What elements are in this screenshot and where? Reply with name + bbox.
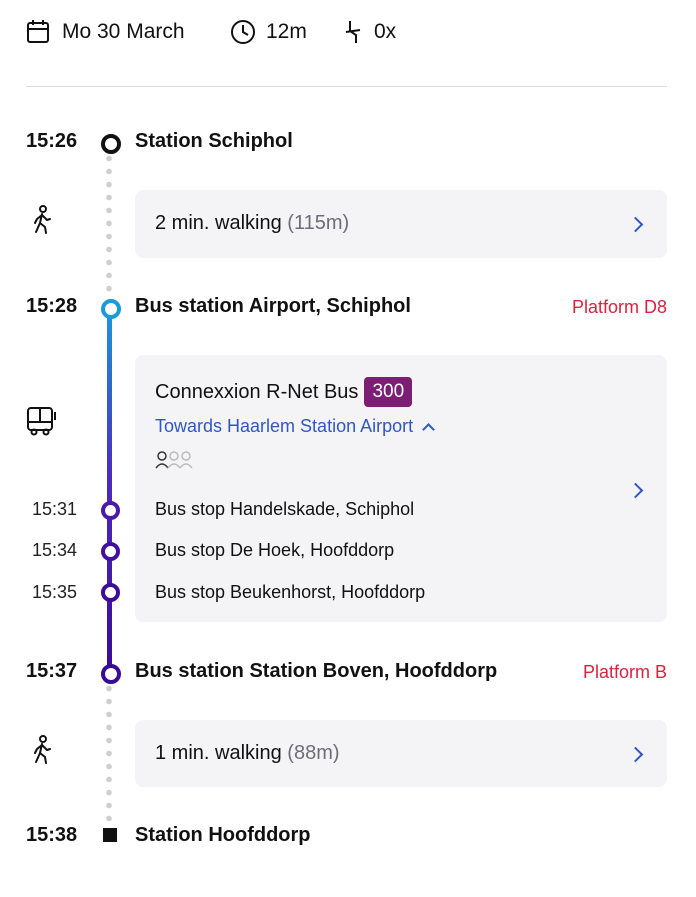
walk-connector-2 [106,682,112,828]
board-platform: Platform D8 [571,297,667,317]
direction-toggle[interactable]: Towards Haarlem Station Airport [155,416,435,437]
board-time: 15:28 [26,295,78,317]
alight-platform: Platform B [582,662,667,682]
header-divider [26,86,667,87]
duration-label: 12m [266,20,307,43]
bus-icon [27,407,56,436]
chevron-right-icon[interactable] [627,482,644,499]
intermediate-time: 15:34 [32,540,78,560]
intermediate-time: 15:31 [32,499,78,519]
destination-time: 15:38 [26,824,78,846]
date-item: Mo 30 March [26,18,185,46]
intermediate-stop: Bus stop Handelskade, Schiphol [155,499,415,519]
walking-icon [34,205,51,234]
intermediate-stop: Bus stop De Hoek, Hoofddorp [155,540,395,560]
bus-header: Connexxion R-Net Bus 300 [155,377,413,407]
walk-connector-1 [106,152,112,302]
transfers-label: 0x [374,20,397,43]
transfer-icon [345,21,361,43]
bus-direction[interactable]: Towards Haarlem Station Airport [155,416,413,437]
intermediate-marker [101,583,120,602]
walking-icon [34,735,51,764]
clock-icon [231,20,255,44]
destination-marker [103,828,117,842]
date-label: Mo 30 March [62,20,185,43]
intermediate-time: 15:35 [32,582,78,602]
crowding-icon [155,451,193,469]
intermediate-stop: Bus stop Beukenhorst, Hoofddorp [155,582,426,602]
chevron-up-icon[interactable] [422,422,435,436]
walk-card-1[interactable]: 2 min. walking (115m) [135,190,667,258]
intermediate-marker [101,501,120,520]
bus-line [107,307,112,673]
alight-time: 15:37 [26,660,78,682]
walk-duration-1: 2 min. walking [155,212,282,234]
destination-name: Station Hoofddorp [135,824,311,846]
origin-time: 15:26 [26,130,78,152]
alight-name: Bus station Station Boven, Hoofddorp [135,660,498,682]
board-name: Bus station Airport, Schiphol [135,295,411,317]
origin-name: Station Schiphol [135,130,293,152]
transfers-item: 0x [342,18,396,46]
walk-distance-2: (88m) [287,742,340,764]
calendar-icon [27,20,49,43]
walk-duration-2: 1 min. walking [155,742,282,764]
board-marker [101,299,121,319]
walk-info-1: 2 min. walking (115m) [155,212,349,235]
intermediate-marker [101,542,120,561]
chevron-right-icon[interactable] [627,216,644,233]
duration-item: 12m [230,18,307,46]
bus-operator: Connexxion R-Net Bus [155,380,359,403]
alight-marker [101,664,121,684]
walk-distance-1: (115m) [287,212,350,234]
walk-info-2: 1 min. walking (88m) [155,742,340,765]
line-badge: 300 [364,377,413,407]
chevron-right-icon[interactable] [627,746,644,763]
walk-card-2[interactable]: 1 min. walking (88m) [135,720,667,787]
origin-marker [101,134,121,154]
